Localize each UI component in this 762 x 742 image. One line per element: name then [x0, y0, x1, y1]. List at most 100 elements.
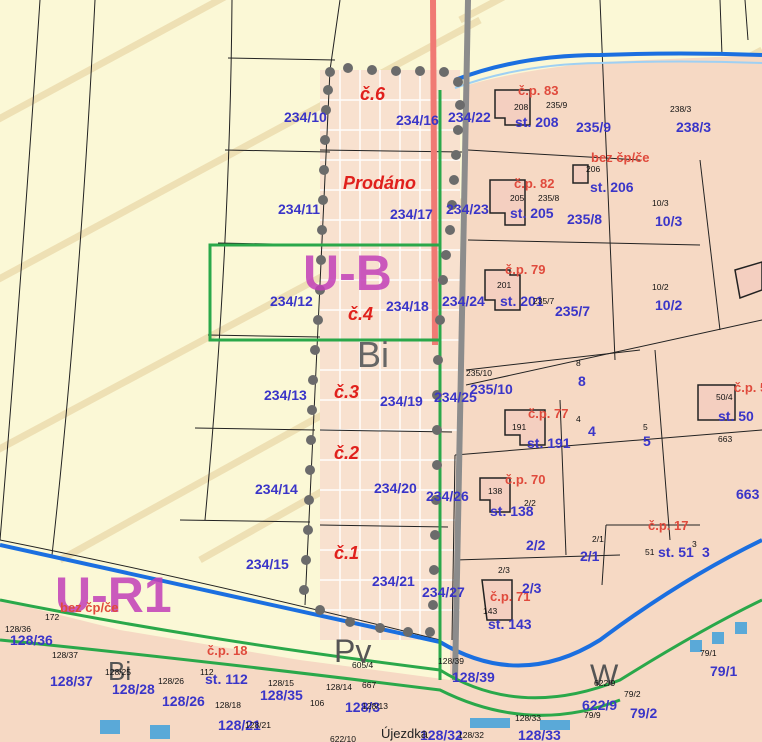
small-label-2-2: 2/2 [524, 498, 536, 508]
small-label-128-18: 128/18 [215, 700, 241, 710]
house-number-bez: bez čp/če [591, 150, 650, 165]
small-label-128-37: 128/37 [52, 650, 78, 660]
small-label-143: 143 [483, 606, 497, 616]
small-label-5: 5 [643, 422, 648, 432]
small-label-191: 191 [512, 422, 526, 432]
parcel-235-8: 235/8 [567, 211, 602, 227]
lot-label-c4: č.4 [348, 304, 373, 324]
parcel-234-24: 234/24 [442, 293, 485, 309]
small-label-10-3: 10/3 [652, 198, 669, 208]
parcel-st-50: st. 50 [718, 408, 754, 424]
parcel-2-2: 2/2 [526, 537, 546, 553]
small-label-201: 201 [497, 280, 511, 290]
small-label-235-7: 235/7 [533, 296, 555, 306]
parcel-234-13: 234/13 [264, 387, 307, 403]
house-number-70: č.p. 70 [505, 472, 545, 487]
house-number-17: č.p. 17 [648, 518, 688, 533]
parcel-234-14: 234/14 [255, 481, 298, 497]
small-label-235-9: 235/9 [546, 100, 568, 110]
house-number-77: č.p. 77 [528, 406, 568, 421]
small-label-128-26: 128/26 [158, 676, 184, 686]
parcel-2-1: 2/1 [580, 548, 600, 564]
house-number-82: č.p. 82 [514, 176, 554, 191]
small-label-128-25: 128/25 [105, 667, 131, 677]
parcel-234-23: 234/23 [446, 201, 489, 217]
parcel-128-37: 128/37 [50, 673, 93, 689]
parcel-st-51: st. 51 [658, 544, 694, 560]
house-number-bez-2: bez čp/če [60, 600, 119, 615]
parcel-234-10: 234/10 [284, 109, 327, 125]
parcel-234-18: 234/18 [386, 298, 429, 314]
parcel-128-36: 128/36 [10, 632, 53, 648]
small-label-206: 206 [586, 164, 600, 174]
lot-label-c6: č.6 [360, 84, 386, 104]
parcel-128-28: 128/28 [112, 681, 155, 697]
lot-label-c1: č.1 [334, 543, 359, 563]
zone-label-bi: Bi [357, 334, 389, 375]
small-label-79-9: 79/9 [584, 710, 601, 720]
parcel-234-22: 234/22 [448, 109, 491, 125]
small-label-128-14: 128/14 [326, 682, 352, 692]
parcel-128-26: 128/26 [162, 693, 205, 709]
lot-label-c2: č.2 [334, 443, 359, 463]
parcel-663: 663 [736, 486, 760, 502]
small-label-208: 208 [514, 102, 528, 112]
parcel-234-27: 234/27 [422, 584, 465, 600]
parcel-234-19: 234/19 [380, 393, 423, 409]
parcel-235-10: 235/10 [470, 381, 513, 397]
parcel-234-11: 234/11 [278, 201, 320, 217]
small-label-235-10: 235/10 [466, 368, 492, 378]
parcel-st-143: st. 143 [488, 616, 532, 632]
small-label-138: 138 [488, 486, 502, 496]
parcel-234-20: 234/20 [374, 480, 417, 496]
small-label-235-8: 235/8 [538, 193, 560, 203]
parcel-234-17: 234/17 [390, 206, 433, 222]
small-label-667: 667 [362, 680, 376, 690]
zone-label-ub: U-B [303, 245, 392, 301]
small-label-4: 4 [576, 414, 581, 424]
parcel-5: 5 [643, 433, 651, 449]
house-number-79: č.p. 79 [505, 262, 545, 277]
house-number-5: č.p. 5 [734, 380, 762, 395]
parcel-235-9: 235/9 [576, 119, 611, 135]
parcel-2-3: 2/3 [522, 580, 542, 596]
parcel-79-1: 79/1 [710, 663, 737, 679]
small-label-128-39: 128/39 [438, 656, 464, 666]
parcel-128-39: 128/39 [452, 669, 495, 685]
small-label-128-32: 128/32 [458, 730, 484, 740]
street-name: Újezdka [381, 726, 429, 741]
parcel-8: 8 [578, 373, 586, 389]
small-label-79-2: 79/2 [624, 689, 641, 699]
small-label-622-10: 622/10 [330, 734, 356, 742]
small-label-128-15: 128/15 [268, 678, 294, 688]
parcel-234-15: 234/15 [246, 556, 289, 572]
parcel-st-191: st. 191 [527, 435, 571, 451]
small-label-238-3: 238/3 [670, 104, 692, 114]
small-label-106: 106 [310, 698, 324, 708]
small-label-128-13: 128/13 [362, 701, 388, 711]
lot-label-prodano: Prodáno [343, 173, 416, 193]
parcel-st-205: st. 205 [510, 205, 554, 221]
small-label-622-9: 622/9 [594, 678, 616, 688]
cadastral-map: U-B Bi U-R1 Pv Bi W č.6 Prodáno č.4 č.3 … [0, 0, 762, 742]
parcel-128-35: 128/35 [260, 687, 303, 703]
small-label-205: 205 [510, 193, 524, 203]
small-label-10-2: 10/2 [652, 282, 669, 292]
parcel-234-26: 234/26 [426, 488, 469, 504]
parcel-79-2: 79/2 [630, 705, 657, 721]
parcel-10-2: 10/2 [655, 297, 682, 313]
small-label-663: 663 [718, 434, 732, 444]
small-label-128-33: 128/33 [515, 713, 541, 723]
parcel-234-21: 234/21 [372, 573, 415, 589]
house-number-18: č.p. 18 [207, 643, 247, 658]
parcel-st-206: st. 206 [590, 179, 634, 195]
lot-label-c3: č.3 [334, 382, 359, 402]
small-label-3: 3 [692, 539, 697, 549]
small-label-605-4: 605/4 [352, 660, 374, 670]
parcel-3: 3 [702, 544, 710, 560]
small-label-51: 51 [645, 547, 655, 557]
small-label-50-4: 50/4 [716, 392, 733, 402]
parcel-128-33: 128/33 [518, 727, 561, 742]
red-boundary-line [430, 0, 438, 346]
small-label-112: 112 [200, 667, 214, 677]
